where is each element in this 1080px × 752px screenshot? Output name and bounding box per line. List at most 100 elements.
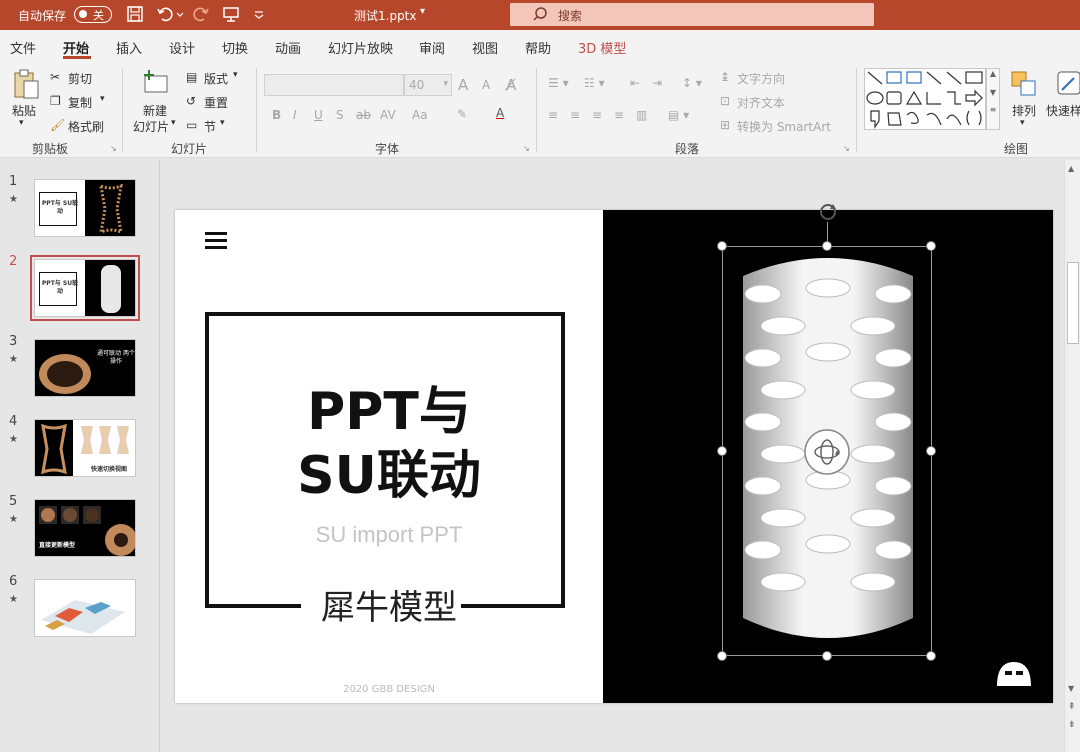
3d-rotate-icon[interactable] (803, 428, 851, 476)
shapes-scroll[interactable]: ▲ ▼ ≡ (986, 68, 1000, 130)
section-icon[interactable]: ▭ (186, 118, 197, 132)
scroll-up-icon[interactable]: ▲ (1068, 164, 1074, 173)
line-spacing-icon[interactable]: ↕ ▾ (682, 76, 702, 90)
title-dropdown-icon[interactable]: ▾ (420, 6, 425, 17)
tab-review[interactable]: 审阅 (419, 38, 445, 57)
document-title[interactable]: 测试1.pptx (354, 7, 417, 24)
shapes-gallery[interactable] (864, 68, 986, 130)
arrange-button[interactable]: 排列 (1012, 102, 1036, 119)
rotate-handle-icon[interactable] (815, 200, 841, 224)
reset-button[interactable]: 重置 (204, 94, 228, 111)
gallery-down-icon[interactable]: ▼ (987, 88, 999, 97)
bold-button[interactable]: B (272, 108, 281, 122)
gallery-up-icon[interactable]: ▲ (987, 69, 999, 78)
text-direction-button[interactable]: 文字方向 (737, 70, 785, 87)
shadow-button[interactable]: S (336, 108, 344, 122)
align-right-icon[interactable]: ≡ (592, 108, 602, 122)
font-name-input[interactable] (264, 74, 404, 96)
clipboard-launcher-icon[interactable]: ↘ (110, 144, 117, 153)
slide-brand-text[interactable]: 犀牛模型 (205, 580, 573, 629)
columns-icon[interactable]: ▤ ▾ (668, 108, 689, 122)
align-text-button[interactable]: 对齐文本 (737, 94, 785, 111)
tab-slideshow[interactable]: 幻灯片放映 (328, 38, 393, 57)
tab-file[interactable]: 文件 (10, 38, 36, 57)
slide-thumbnail-2[interactable]: PPT与 SU联动 (30, 255, 140, 321)
autosave-toggle[interactable]: 关 (74, 6, 112, 23)
layout-dropdown-icon[interactable]: ▾ (233, 70, 238, 80)
bullets-icon[interactable]: ☰ ▾ (548, 76, 569, 90)
increase-indent-icon[interactable]: ⇥ (652, 76, 662, 90)
slide-thumbnail-4[interactable]: 快速切换视图 (34, 419, 136, 477)
strikethrough-button[interactable]: ab (356, 108, 371, 122)
slide-thumbnail-5[interactable]: 直接更新模型 (34, 499, 136, 557)
copy-icon[interactable]: ❐ (50, 94, 61, 108)
resize-handle-n[interactable] (822, 241, 832, 251)
font-launcher-icon[interactable]: ↘ (523, 144, 530, 153)
tab-animations[interactable]: 动画 (275, 38, 301, 57)
new-slide-dropdown-icon[interactable]: ▾ (171, 118, 176, 128)
redo-icon[interactable] (192, 5, 210, 23)
paste-dropdown-icon[interactable]: ▾ (19, 118, 24, 128)
paste-button[interactable]: 粘贴 (12, 102, 36, 119)
vertical-scrollbar[interactable]: ▲ ▼ ⇞ ⇟ (1064, 160, 1080, 752)
numbering-icon[interactable]: ☷ ▾ (584, 76, 605, 90)
layout-icon[interactable]: ▤ (186, 70, 197, 84)
arrange-dropdown-icon[interactable]: ▾ (1020, 118, 1025, 128)
tab-design[interactable]: 设计 (169, 38, 195, 57)
font-size-input[interactable]: 40 ▾ (404, 74, 452, 96)
slide-footer[interactable]: 2020 GBB DESIGN (205, 684, 573, 695)
resize-handle-ne[interactable] (926, 241, 936, 251)
resize-handle-nw[interactable] (717, 241, 727, 251)
section-button[interactable]: 节 (204, 118, 216, 135)
copy-dropdown-icon[interactable]: ▾ (100, 94, 105, 104)
gallery-more-icon[interactable]: ≡ (987, 105, 999, 114)
slide-thumbnail-3[interactable]: 通可联动 两个 操作 (34, 339, 136, 397)
smartart-icon[interactable]: ⊞ (720, 118, 730, 132)
reset-icon[interactable]: ↺ (186, 94, 196, 108)
convert-smartart-button[interactable]: 转换为 SmartArt (737, 118, 831, 135)
cut-button[interactable]: 剪切 (68, 70, 92, 87)
quick-styles-button[interactable]: 快速样 (1046, 102, 1080, 119)
cut-icon[interactable]: ✂ (50, 70, 60, 84)
customize-toolbar-icon[interactable] (252, 5, 266, 23)
tab-view[interactable]: 视图 (472, 38, 498, 57)
change-case-button[interactable]: Aa (412, 108, 428, 122)
tab-3d-model[interactable]: 3D 模型 (578, 38, 626, 57)
align-center-icon[interactable]: ≡ (570, 108, 580, 122)
slide-title[interactable]: PPT与 SU联动 (205, 380, 573, 508)
align-text-icon[interactable]: ⊡ (720, 94, 730, 108)
tab-transitions[interactable]: 切换 (222, 38, 248, 57)
paragraph-launcher-icon[interactable]: ↘ (843, 144, 850, 153)
scrollbar-thumb[interactable] (1067, 262, 1079, 344)
presentation-icon[interactable] (222, 5, 240, 23)
resize-handle-se[interactable] (926, 651, 936, 661)
copy-button[interactable]: 复制 (68, 94, 92, 111)
highlight-icon[interactable]: ✎ (457, 107, 467, 121)
slide-thumbnail-1[interactable]: PPT与 SU联动 (34, 179, 136, 237)
paste-icon[interactable] (12, 68, 40, 100)
layout-button[interactable]: 版式 (204, 70, 228, 87)
underline-button[interactable]: U (314, 108, 323, 122)
tab-insert[interactable]: 插入 (116, 38, 142, 57)
char-spacing-button[interactable]: AV (380, 108, 396, 122)
resize-handle-s[interactable] (822, 651, 832, 661)
italic-button[interactable]: I (293, 108, 297, 122)
new-slide-label[interactable]: 幻灯片 (133, 118, 169, 135)
justify-icon[interactable]: ≡ (614, 108, 624, 122)
slide-thumbnail-panel[interactable]: 1 ★ PPT与 SU联动 2 PPT与 SU联动 3 ★ 通可联动 两个 操作… (0, 160, 160, 752)
new-slide-button[interactable]: 新建 (143, 102, 167, 119)
align-left-icon[interactable]: ≡ (548, 108, 558, 122)
format-painter-button[interactable]: 格式刷 (68, 118, 104, 135)
font-color-icon[interactable]: A (496, 106, 504, 120)
previous-slide-icon[interactable]: ⇞ (1068, 702, 1076, 712)
next-slide-icon[interactable]: ⇟ (1068, 720, 1076, 730)
format-painter-icon[interactable]: 🖌 (50, 118, 65, 132)
section-dropdown-icon[interactable]: ▾ (220, 118, 225, 128)
quick-styles-icon[interactable] (1056, 70, 1080, 98)
resize-handle-w[interactable] (717, 446, 727, 456)
clear-format-icon[interactable]: A̸ (506, 76, 516, 94)
scroll-down-icon[interactable]: ▼ (1068, 684, 1074, 693)
grow-font-button[interactable]: A (458, 76, 468, 94)
search-box[interactable]: 搜索 (510, 3, 874, 26)
decrease-indent-icon[interactable]: ⇤ (630, 76, 640, 90)
